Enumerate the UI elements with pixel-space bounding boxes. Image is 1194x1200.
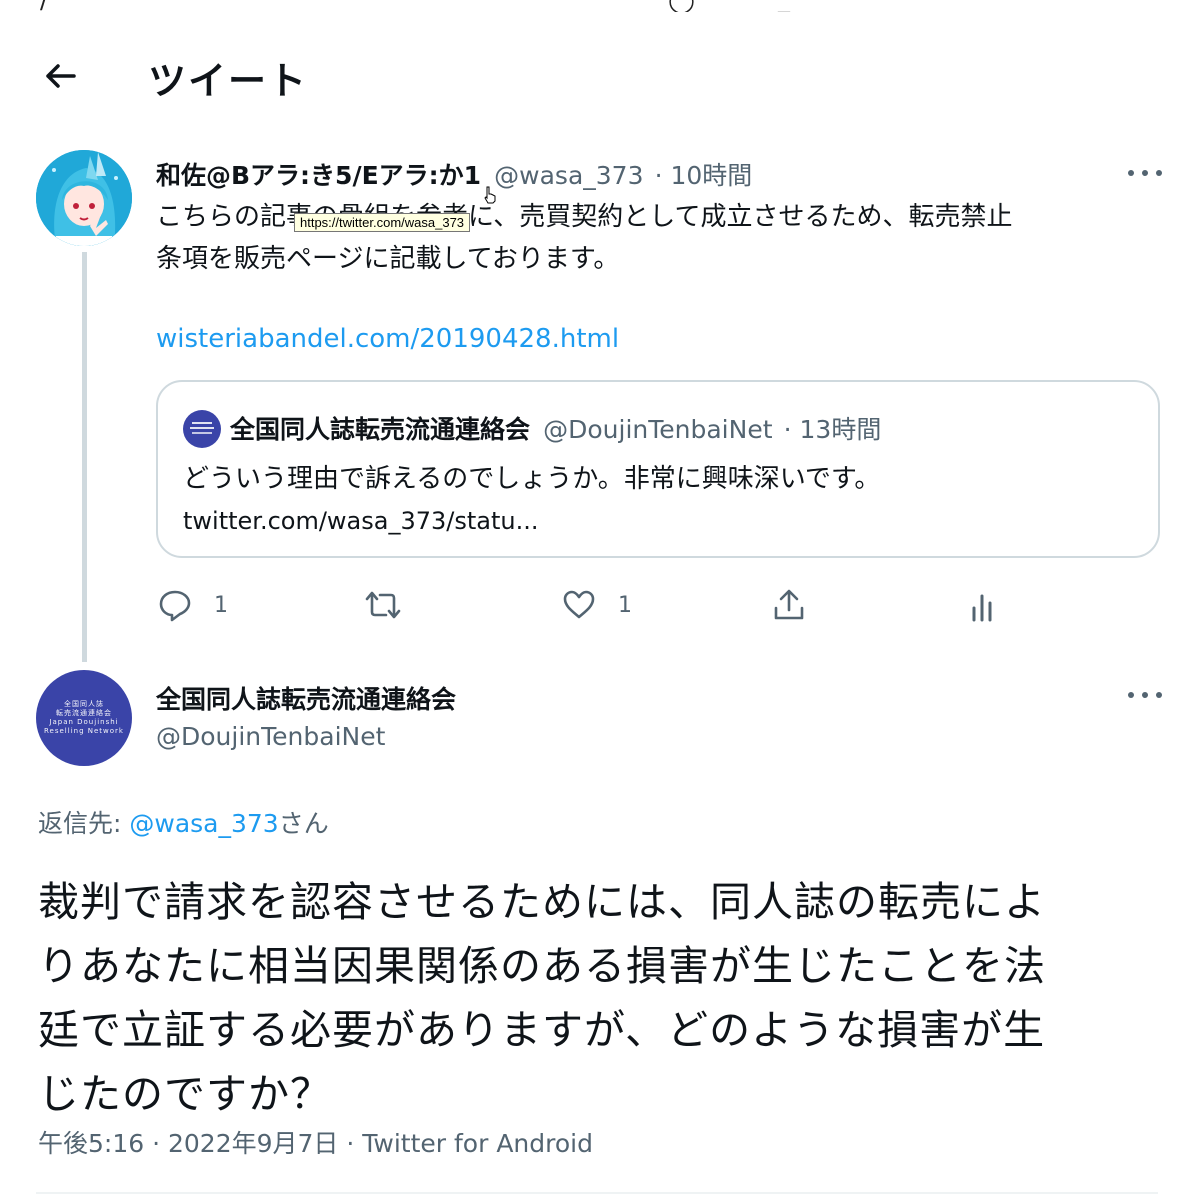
- anime-character-avatar-icon: [36, 150, 132, 246]
- quoted-time: · 13時間: [783, 415, 882, 444]
- main-tweet-line: 廷で立証する必要がありますが、どのような損害が生: [38, 1006, 1046, 1054]
- display-name[interactable]: 全国同人誌転売流通連絡会: [156, 680, 456, 716]
- org-logo-icon: [190, 422, 214, 434]
- reply-context: 返信先: @wasa_373さん: [38, 804, 329, 840]
- reply-to-link[interactable]: @wasa_373: [129, 809, 278, 838]
- avatar[interactable]: [36, 150, 132, 246]
- avatar-text: 転売流通連絡会: [56, 709, 112, 717]
- avatar-text: 全国同人誌: [64, 700, 104, 708]
- reply-count: 1: [214, 592, 228, 618]
- retweet-icon: [365, 591, 401, 619]
- avatar-text: Japan Doujinshi: [49, 718, 119, 726]
- clipped-glyph: ◯: [668, 0, 695, 12]
- back-button[interactable]: [40, 56, 80, 96]
- main-tweet-line: りあなたに相当因果関係のある損害が生じたことを法: [38, 942, 1046, 990]
- quoted-tweet-header: 全国同人誌転売流通連絡会 @DoujinTenbaiNet · 13時間: [230, 410, 881, 446]
- hand-cursor-icon: [483, 186, 497, 208]
- tweet-time[interactable]: · 10時間: [655, 161, 753, 190]
- quoted-avatar: [183, 410, 221, 448]
- url-tooltip: https://twitter.com/wasa_373: [294, 213, 471, 232]
- clipped-glyph: /: [40, 0, 48, 12]
- quoted-display-name: 全国同人誌転売流通連絡会: [230, 415, 531, 444]
- divider: [36, 1192, 1158, 1194]
- quoted-handle: @DoujinTenbaiNet: [543, 415, 773, 444]
- handle[interactable]: @wasa_373: [494, 161, 643, 190]
- retweet-button[interactable]: [364, 588, 424, 622]
- main-tweet-line: じたのですか？: [38, 1070, 332, 1118]
- tweet-timestamp[interactable]: 午後5:16 · 2022年9月7日 · Twitter for Android: [38, 1124, 593, 1160]
- external-link[interactable]: wisteriabandel.com/20190428.html: [156, 318, 619, 360]
- main-tweet-text: 裁判で請求を認容させるためには、同人誌の転売によ りあなたに相当因果関係のある損…: [38, 870, 1148, 1126]
- share-button[interactable]: [772, 588, 806, 622]
- thread-line: [82, 252, 87, 662]
- like-count: 1: [618, 592, 632, 618]
- page-title: ツイート: [148, 59, 309, 103]
- quoted-link: twitter.com/wasa_373/statu...: [183, 507, 539, 535]
- analytics-button[interactable]: [966, 590, 1000, 624]
- share-icon: [774, 589, 804, 620]
- tweet-text: こちらの記事の骨組を参考に、売買契約として成立させるため、転売禁止 条項を販売ペ…: [156, 196, 1156, 280]
- reply-label: 返信先:: [38, 809, 130, 838]
- clipped-top-edge: / ◯ _: [0, 0, 1194, 12]
- more-options-button[interactable]: [1126, 688, 1166, 702]
- arrow-left-icon: [46, 64, 76, 88]
- more-options-button[interactable]: [1126, 166, 1166, 180]
- tweet-text-line: 条項を販売ページに記載しております。: [156, 244, 620, 274]
- handle[interactable]: @DoujinTenbaiNet: [156, 722, 385, 751]
- display-name[interactable]: 和佐@Bアラ:き5/Eアラ:か1: [156, 161, 481, 190]
- quoted-text: どういう理由で訴えるのでしょうか。非常に興味深いです。: [183, 464, 881, 494]
- reply-suffix: さん: [278, 809, 329, 838]
- main-tweet-line: 裁判で請求を認容させるためには、同人誌の転売によ: [38, 878, 1046, 926]
- reply-icon: [159, 590, 191, 622]
- avatar-text: Reselling Network: [44, 727, 124, 735]
- analytics-icon: [972, 594, 992, 622]
- heart-icon: [563, 590, 595, 619]
- reply-button[interactable]: 1: [158, 588, 228, 622]
- like-button[interactable]: 1: [562, 588, 632, 622]
- avatar[interactable]: 全国同人誌 転売流通連絡会 Japan Doujinshi Reselling …: [36, 670, 132, 766]
- clipped-glyph: _: [778, 0, 790, 12]
- tweet-header: 和佐@Bアラ:き5/Eアラ:か1 @wasa_373 · 10時間: [156, 156, 752, 192]
